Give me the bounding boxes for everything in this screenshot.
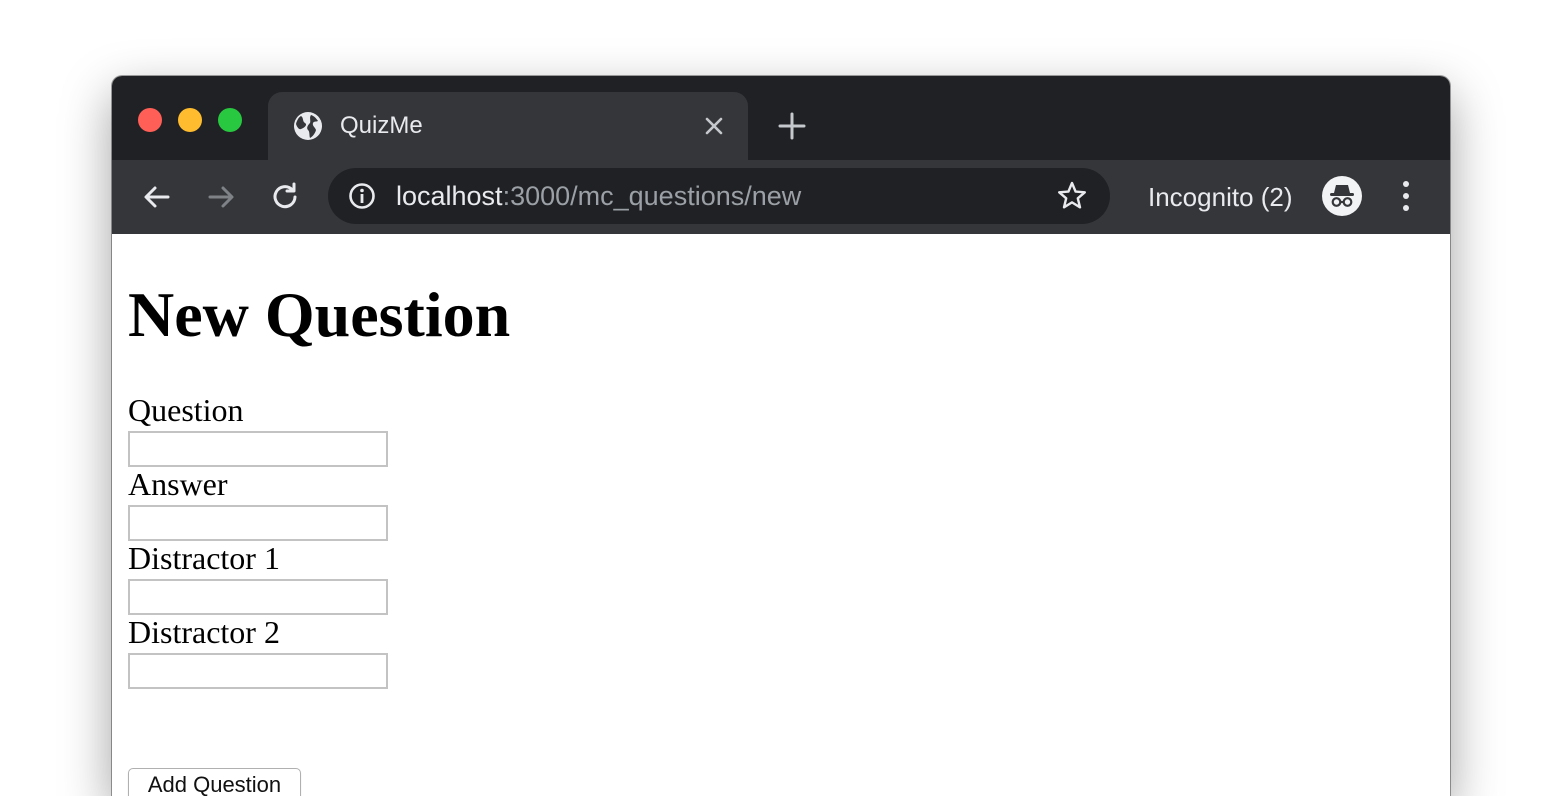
distractor-2-input[interactable] <box>128 653 388 689</box>
maximize-window-button[interactable] <box>218 108 242 132</box>
url-host: localhost <box>396 181 503 211</box>
distractor-2-label: Distractor 2 <box>128 614 280 650</box>
incognito-label[interactable]: Incognito (2) <box>1148 182 1293 212</box>
back-icon[interactable] <box>140 180 174 214</box>
url-path: :3000/mc_questions/new <box>502 181 802 211</box>
new-tab-icon[interactable] <box>776 110 808 142</box>
answer-label: Answer <box>128 466 228 502</box>
question-input[interactable] <box>128 431 388 467</box>
distractor-1-input[interactable] <box>128 579 388 615</box>
browser-window: QuizMe localhost:3000/mc_questions/new I… <box>112 76 1450 796</box>
more-menu-icon[interactable] <box>1390 178 1422 214</box>
info-icon[interactable] <box>348 182 376 210</box>
page-content: New Question Question Answer Distractor … <box>112 234 1450 796</box>
globe-icon <box>294 112 322 140</box>
page-title: New Question <box>128 279 511 350</box>
distractor-1-label: Distractor 1 <box>128 540 280 576</box>
incognito-glasses-icon <box>1330 185 1354 207</box>
tab-title: QuizMe <box>340 112 423 139</box>
tab-strip: QuizMe <box>112 76 1450 160</box>
reload-icon[interactable] <box>268 180 302 214</box>
bookmark-star-icon[interactable] <box>1056 180 1088 212</box>
tab-quizme[interactable]: QuizMe <box>268 92 748 160</box>
close-window-button[interactable] <box>138 108 162 132</box>
close-tab-icon[interactable] <box>700 112 728 140</box>
forward-icon[interactable] <box>204 180 238 214</box>
browser-toolbar: localhost:3000/mc_questions/new Incognit… <box>112 160 1450 234</box>
add-question-button[interactable]: Add Question <box>128 768 301 796</box>
question-label: Question <box>128 392 244 428</box>
incognito-icon[interactable] <box>1322 176 1362 216</box>
minimize-window-button[interactable] <box>178 108 202 132</box>
answer-input[interactable] <box>128 505 388 541</box>
url-text[interactable]: localhost:3000/mc_questions/new <box>396 181 801 211</box>
address-bar[interactable]: localhost:3000/mc_questions/new <box>328 168 1110 224</box>
